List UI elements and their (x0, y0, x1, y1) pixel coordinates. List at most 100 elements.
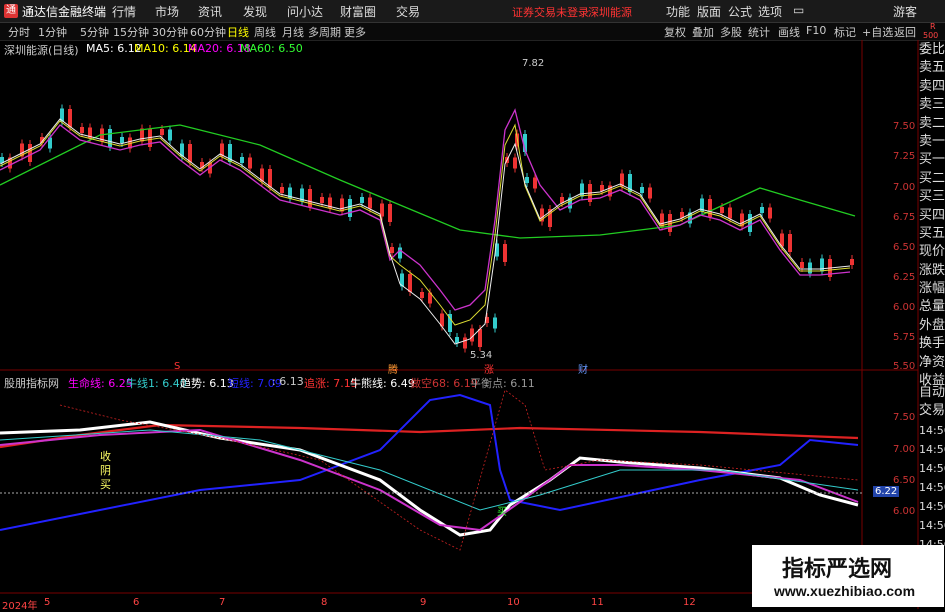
quote-row-6: 买一 (919, 152, 945, 168)
watermark-url: www.xuezhibiao.com (774, 583, 916, 599)
marker-teng: 腾 (388, 365, 398, 376)
corner-r: R (930, 22, 936, 31)
watermark-title: 指标严选网 (782, 557, 893, 582)
auto-trade-0[interactable]: 自动 (919, 384, 945, 402)
y-625: 6.25 (893, 272, 916, 283)
tool-stat[interactable]: 统计 (748, 24, 770, 40)
tool-fq[interactable]: 复权 (664, 24, 686, 40)
chart-canvas (0, 40, 919, 609)
y-600: 6.00 (893, 302, 916, 313)
sub-y-700: 7.00 (893, 444, 916, 455)
period-tab-5m[interactable]: 5分钟 (80, 24, 109, 40)
tool-draw[interactable]: 画线 (778, 24, 800, 40)
time-row-4: 14:56 (919, 500, 945, 513)
tool-f10[interactable]: F10 (806, 24, 826, 37)
period-tab-more[interactable]: 更多 (344, 24, 366, 40)
time-row-1: 14:56 (919, 443, 945, 456)
date-10: 10 (507, 597, 520, 608)
quote-row-11: 现价 (919, 244, 945, 260)
tool-fav[interactable]: +自选 (862, 24, 893, 40)
period-tab-day[interactable]: 日线 (227, 24, 249, 40)
sub-y-650: 6.50 (893, 475, 916, 486)
time-row-5: 14:56 (919, 519, 945, 532)
date-7: 7 (219, 597, 226, 608)
quote-row-16: 换手 (919, 336, 945, 352)
menu-layout[interactable]: 版面 (697, 3, 721, 20)
period-toolbar: 分时 1分钟 5分钟 15分钟 30分钟 60分钟 日线 周线 月线 多周期 更… (0, 22, 945, 41)
menu-func[interactable]: 功能 (666, 3, 690, 20)
period-tab-30m[interactable]: 30分钟 (152, 24, 188, 40)
menu-formula[interactable]: 公式 (728, 3, 752, 20)
time-row-3: 14:56 (919, 481, 945, 494)
marker-s: S (174, 361, 181, 372)
time-row-0: 14:56 (919, 424, 945, 437)
sub-bullbear: 牛熊线: 6.49 (350, 377, 415, 390)
low-label: 5.34 (470, 350, 493, 361)
sub-life: 生命线: 6.25 (68, 377, 133, 390)
quote-row-0: 委比 (919, 42, 945, 57)
menu-ask[interactable]: 问小达 (287, 3, 323, 20)
date-5: 5 (44, 597, 51, 608)
buy-mark: 买 (497, 507, 507, 518)
period-tab-60m[interactable]: 60分钟 (190, 24, 226, 40)
y-750: 7.50 (893, 121, 916, 132)
y-725: 7.25 (893, 151, 916, 162)
stock-link[interactable]: 深圳能源 (588, 4, 632, 20)
tool-mark[interactable]: 标记 (834, 24, 856, 40)
app-logo-icon: 通 (4, 4, 18, 18)
quote-row-5: 卖一 (919, 133, 945, 149)
date-11: 11 (591, 597, 604, 608)
quote-row-15: 外盘 (919, 317, 945, 333)
menu-trade[interactable]: 交易 (396, 3, 420, 20)
y-700: 7.00 (893, 182, 916, 193)
sub-value: : 6.13 (272, 375, 304, 388)
marker-zhang: 涨 (484, 365, 494, 376)
quote-panel: 委比 卖五 卖四 卖三 卖二 卖一 买一 买二 买三 买四 买五 现价 涨跌 涨幅 总量 外盘 换手 净资 收益 (919, 41, 945, 390)
menu-wealth[interactable]: 财富圈 (340, 3, 376, 20)
sub-text-vertical: 收阴买 (100, 450, 111, 491)
quote-row-8: 买三 (919, 189, 945, 205)
y-675: 6.75 (893, 212, 916, 223)
marker-cai: 财 (578, 365, 588, 376)
menu-options[interactable]: 选项 (758, 3, 782, 20)
quote-row-17: 净资 (919, 354, 945, 370)
menu-hq[interactable]: 行情 (112, 3, 136, 20)
corner-500: 500 (923, 31, 939, 40)
period-tab-week[interactable]: 周线 (254, 24, 276, 40)
date-2024: 2024年 (2, 601, 38, 612)
period-tab-fs[interactable]: 分时 (8, 24, 30, 40)
period-tab-15m[interactable]: 15分钟 (113, 24, 149, 40)
sub-title: 股朋指标网 (4, 377, 59, 390)
minimize-icon[interactable]: ▭ (793, 3, 804, 17)
high-label: 7.82 (522, 58, 545, 69)
period-tab-multi[interactable]: 多周期 (308, 24, 341, 40)
period-tab-1m[interactable]: 1分钟 (38, 24, 67, 40)
login-notice[interactable]: 证券交易未登录 (512, 4, 589, 20)
quote-row-3: 卖三 (919, 97, 945, 113)
quote-row-2: 卖四 (919, 78, 945, 94)
quote-row-9: 买四 (919, 207, 945, 223)
menu-market[interactable]: 市场 (155, 3, 179, 20)
title-bar: 通 通达信金融终端 行情 市场 资讯 发现 问小达 财富圈 交易 证券交易未登录… (0, 0, 945, 23)
quote-row-1: 卖五 (919, 60, 945, 76)
sub-balance: 平衡点: 6.11 (470, 377, 535, 390)
watermark-banner: 指标严选网 www.xuezhibiao.com (752, 545, 944, 607)
tool-overlay[interactable]: 叠加 (692, 24, 714, 40)
sub-value-tag: 6.22 (873, 486, 900, 497)
sub-y-600: 6.00 (893, 506, 916, 517)
menu-news[interactable]: 资讯 (198, 3, 222, 20)
user-label[interactable]: 游客 (893, 3, 917, 20)
y-650: 6.50 (893, 242, 916, 253)
period-tab-month[interactable]: 月线 (282, 24, 304, 40)
y-575: 5.75 (893, 332, 916, 343)
quote-row-4: 卖二 (919, 115, 945, 131)
menu-discover[interactable]: 发现 (243, 3, 267, 20)
quote-row-14: 总量 (919, 299, 945, 315)
quote-row-7: 买二 (919, 170, 945, 186)
sub-y-750: 7.50 (893, 412, 916, 423)
auto-trade-1[interactable]: 交易 (919, 402, 945, 420)
time-row-2: 14:56 (919, 462, 945, 475)
date-12: 12 (683, 597, 696, 608)
tool-multi[interactable]: 多股 (720, 24, 742, 40)
tool-back[interactable]: 返回 (894, 24, 916, 40)
